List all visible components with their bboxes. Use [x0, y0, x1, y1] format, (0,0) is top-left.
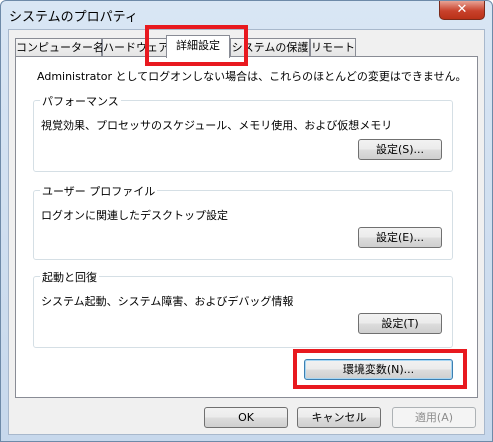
title-bar[interactable]: システムのプロパティ ✕	[1, 1, 492, 28]
close-icon: ✕	[456, 2, 468, 17]
close-button[interactable]: ✕	[439, 1, 485, 20]
tab-system-protection[interactable]: システムの保護	[230, 38, 310, 57]
tab-remote[interactable]: リモート	[310, 38, 356, 57]
advanced-tab-panel: Administrator としてログオンしない場合は、これらのほとんどの変更は…	[15, 56, 478, 398]
performance-description: 視覚効果、プロセッサのスケジュール、メモリ使用、および仮想メモリ	[41, 119, 393, 132]
admin-notice: Administrator としてログオンしない場合は、これらのほとんどの変更は…	[37, 70, 467, 83]
startup-recovery-group: 起動と回復 システム起動、システム障害、およびデバッグ情報 設定(T)	[33, 269, 453, 348]
startup-recovery-settings-button[interactable]: 設定(T)	[358, 313, 442, 334]
startup-recovery-description: システム起動、システム障害、およびデバッグ情報	[41, 295, 294, 308]
user-profiles-group-label: ユーザー プロファイル	[40, 183, 158, 199]
tab-advanced[interactable]: 詳細設定	[166, 35, 230, 58]
window-title: システムのプロパティ	[9, 10, 138, 25]
user-profiles-description: ログオンに関連したデスクトップ設定	[41, 209, 228, 222]
cancel-button[interactable]: キャンセル	[297, 407, 381, 428]
startup-recovery-group-label: 起動と回復	[40, 269, 99, 285]
performance-group-label: パフォーマンス	[40, 93, 121, 109]
apply-button[interactable]: 適用(A)	[392, 407, 476, 428]
performance-group: パフォーマンス 視覚効果、プロセッサのスケジュール、メモリ使用、および仮想メモリ…	[33, 93, 453, 172]
tab-computer-name[interactable]: コンピューター名	[15, 38, 104, 57]
user-profiles-group: ユーザー プロファイル ログオンに関連したデスクトップ設定 設定(E)...	[33, 183, 453, 260]
environment-variables-button[interactable]: 環境変数(N)...	[304, 359, 453, 380]
performance-settings-button[interactable]: 設定(S)...	[358, 139, 442, 160]
user-profiles-settings-button[interactable]: 設定(E)...	[358, 227, 442, 248]
tab-hardware[interactable]: ハードウェア	[102, 38, 169, 57]
ok-button[interactable]: OK	[204, 407, 288, 428]
